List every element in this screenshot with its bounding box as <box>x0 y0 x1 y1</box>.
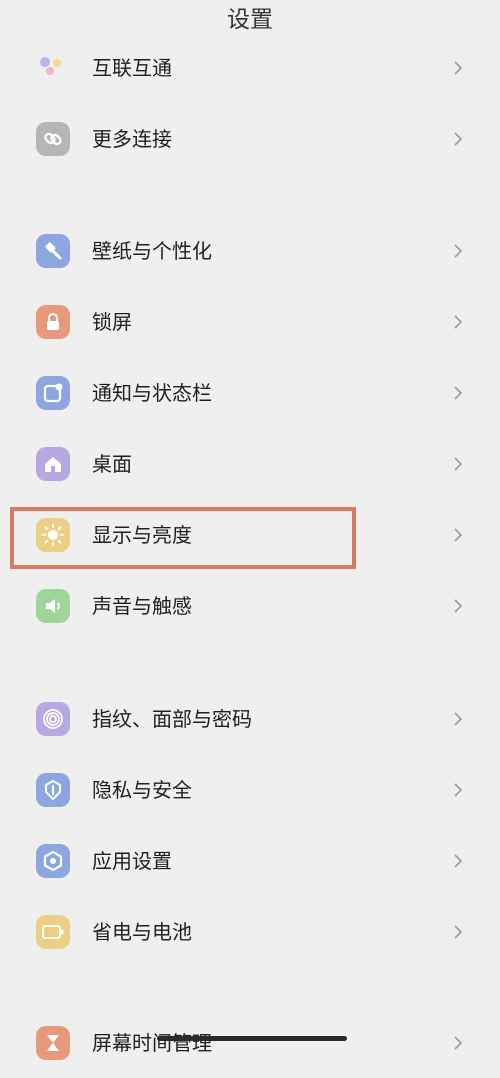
home-indicator[interactable] <box>157 1036 347 1041</box>
chevron-right-icon <box>454 61 463 75</box>
lock-icon <box>36 305 70 339</box>
chevron-right-icon <box>454 854 463 868</box>
settings-item-battery[interactable]: 省电与电池 <box>0 897 500 967</box>
home-icon <box>36 447 70 481</box>
hexagon-icon <box>36 844 70 878</box>
settings-item-more-connections[interactable]: 更多连接 <box>0 104 500 174</box>
settings-item-label: 锁屏 <box>92 310 132 334</box>
settings-item-label: 声音与触感 <box>92 594 192 618</box>
settings-item-label: 通知与状态栏 <box>92 381 212 405</box>
chevron-right-icon <box>454 457 463 471</box>
settings-item-desktop[interactable]: 桌面 <box>0 429 500 499</box>
chevron-right-icon <box>454 315 463 329</box>
notification-icon <box>36 376 70 410</box>
chevron-right-icon <box>454 528 463 542</box>
settings-item-label: 互联互通 <box>92 56 172 80</box>
settings-item-lock-screen[interactable]: 锁屏 <box>0 287 500 357</box>
settings-item-label: 应用设置 <box>92 849 172 873</box>
settings-item-label: 隐私与安全 <box>92 778 192 802</box>
chevron-right-icon <box>454 783 463 797</box>
settings-item-app-settings[interactable]: 应用设置 <box>0 826 500 896</box>
battery-icon <box>36 915 70 949</box>
settings-item-notification[interactable]: 通知与状态栏 <box>0 358 500 428</box>
dots-icon <box>36 51 70 85</box>
settings-item-wallpaper[interactable]: 壁纸与个性化 <box>0 216 500 286</box>
chevron-right-icon <box>454 1036 463 1050</box>
chevron-right-icon <box>454 599 463 613</box>
settings-item-biometrics[interactable]: 指纹、面部与密码 <box>0 684 500 754</box>
shield-icon <box>36 773 70 807</box>
chevron-right-icon <box>454 244 463 258</box>
settings-item-sound-haptics[interactable]: 声音与触感 <box>0 571 500 641</box>
highlight-box <box>10 507 356 569</box>
speaker-icon <box>36 589 70 623</box>
settings-item-label: 壁纸与个性化 <box>92 239 212 263</box>
fingerprint-icon <box>36 702 70 736</box>
settings-item-label: 指纹、面部与密码 <box>92 707 252 731</box>
link-icon <box>36 122 70 156</box>
settings-item-screen-time[interactable]: 屏幕时间管理 <box>0 1008 500 1078</box>
brush-icon <box>36 234 70 268</box>
chevron-right-icon <box>454 132 463 146</box>
settings-item-hulian[interactable]: 互联互通 <box>0 33 500 103</box>
chevron-right-icon <box>454 712 463 726</box>
settings-item-label: 更多连接 <box>92 127 172 151</box>
settings-item-label: 桌面 <box>92 452 132 476</box>
settings-item-privacy-security[interactable]: 隐私与安全 <box>0 755 500 825</box>
chevron-right-icon <box>454 386 463 400</box>
hourglass-icon <box>36 1026 70 1060</box>
settings-item-label: 屏幕时间管理 <box>92 1031 212 1055</box>
chevron-right-icon <box>454 925 463 939</box>
settings-item-label: 省电与电池 <box>92 920 192 944</box>
